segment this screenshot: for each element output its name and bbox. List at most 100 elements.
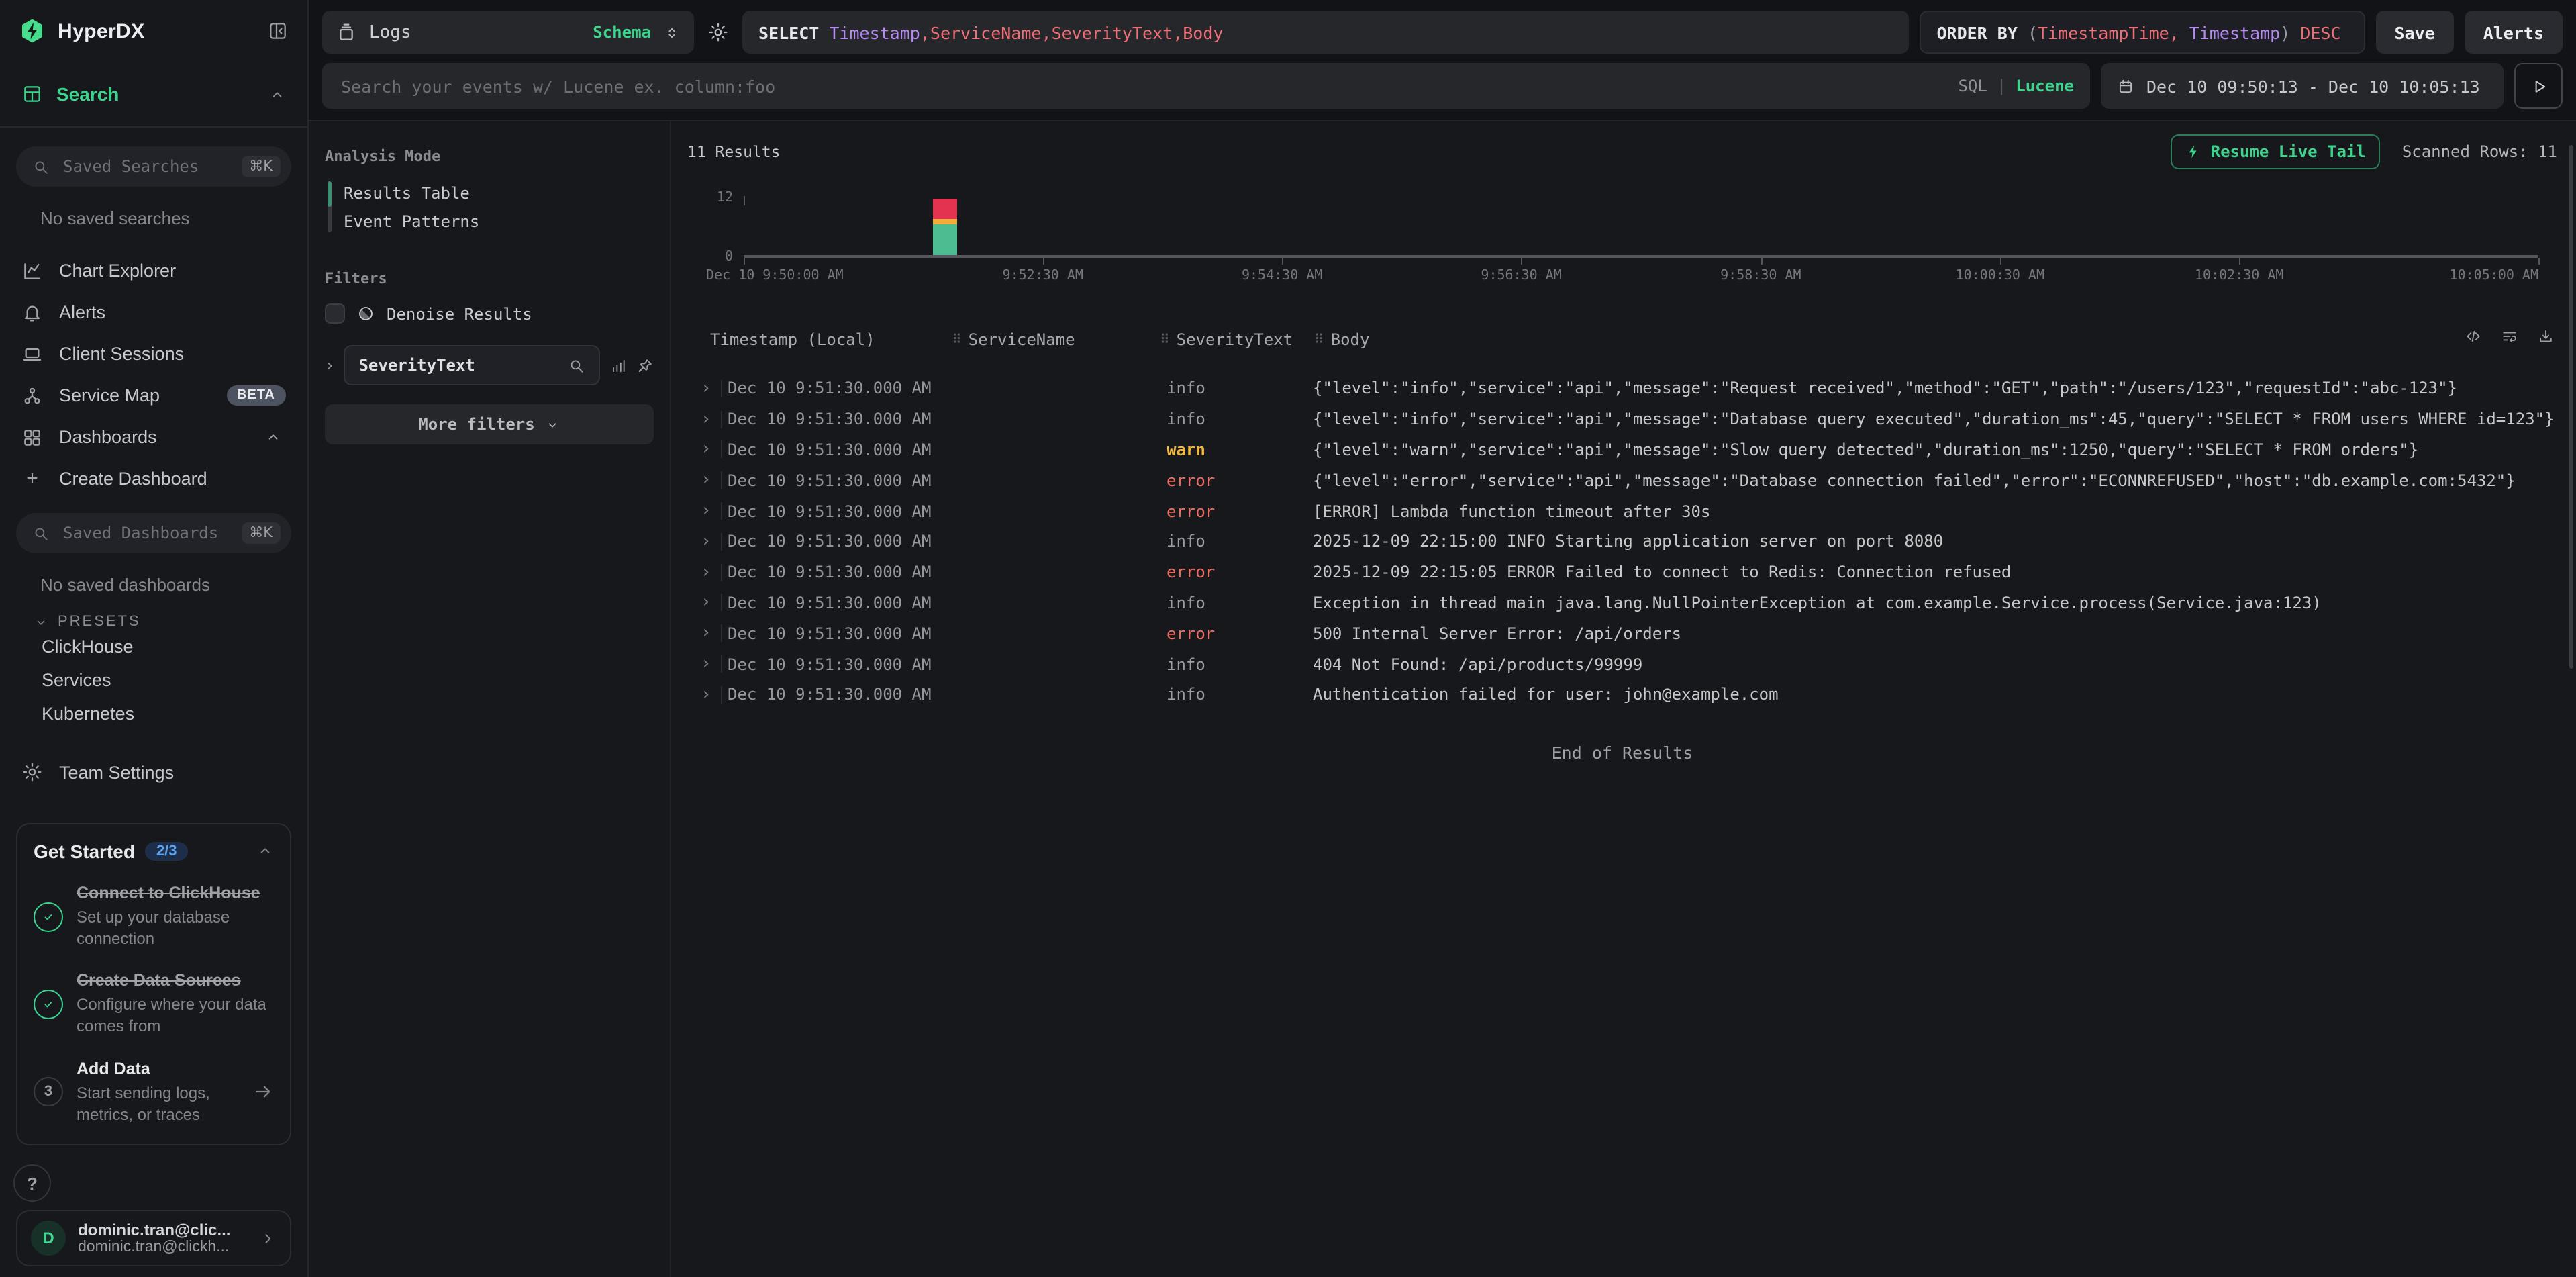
column-header-severitytext[interactable]: ⠿SeverityText: [1160, 330, 1314, 349]
run-query-button[interactable]: [2514, 63, 2563, 109]
drag-handle-icon[interactable]: ⠿: [1314, 332, 1323, 347]
search-input[interactable]: [338, 75, 1947, 97]
denoise-results-toggle[interactable]: Denoise Results: [325, 303, 654, 324]
sidebar-item-alerts[interactable]: Alerts: [0, 291, 307, 333]
scrollbar-thumb[interactable]: [2569, 145, 2573, 669]
table-row[interactable]: ›Dec 10 9:51:30.000 AMwarn{"level":"warn…: [687, 434, 2557, 465]
table-row[interactable]: ›Dec 10 9:51:30.000 AMerror{"level":"err…: [687, 465, 2557, 496]
drag-handle-icon[interactable]: ⠿: [1160, 332, 1169, 347]
saved-dashboards-input[interactable]: [60, 522, 230, 544]
table-row[interactable]: ›Dec 10 9:51:30.000 AMinfoException in t…: [687, 587, 2557, 618]
x-axis-label: 9:56:30 AM: [1481, 269, 1561, 283]
wrap-lines-icon[interactable]: [2501, 328, 2518, 345]
column-header-timestamp[interactable]: Timestamp (Local): [710, 330, 952, 349]
cell-body: {"level":"info","service":"api","message…: [1313, 410, 2557, 428]
get-started-step-add-data[interactable]: 3 Add Data Start sending logs, metrics, …: [34, 1059, 274, 1125]
mode-event-patterns[interactable]: Event Patterns: [344, 207, 654, 235]
sidebar-item-service-map[interactable]: Service Map BETA: [0, 375, 307, 416]
schema-link[interactable]: Schema: [593, 23, 651, 42]
column-header-servicename[interactable]: ⠿ServiceName: [952, 330, 1160, 349]
collapse-sidebar-icon[interactable]: [267, 20, 289, 42]
severity-filter-pill[interactable]: SeverityText: [344, 345, 600, 385]
table-row[interactable]: ›Dec 10 9:51:30.000 AMerror2025-12-09 22…: [687, 557, 2557, 588]
table-row[interactable]: ›Dec 10 9:51:30.000 AMinfoAuthentication…: [687, 679, 2557, 710]
event-search-box[interactable]: SQL | Lucene: [322, 63, 2090, 109]
row-expand-icon[interactable]: ›: [701, 410, 717, 428]
y-axis-label: 0: [687, 250, 733, 265]
resume-live-tail-button[interactable]: Resume Live Tail: [2171, 134, 2381, 169]
sidebar-item-search[interactable]: Search: [0, 70, 307, 118]
create-dashboard-button[interactable]: + Create Dashboard: [0, 458, 307, 500]
user-menu[interactable]: D dominic.tran@clic... dominic.tran@clic…: [16, 1210, 291, 1266]
cell-timestamp: Dec 10 9:51:30.000 AM: [728, 532, 950, 551]
dashboards-grid-icon: [21, 426, 43, 448]
x-axis-tick: [2000, 258, 2001, 265]
cell-severity: warn: [1158, 440, 1313, 459]
presets-section-toggle[interactable]: PRESETS: [34, 614, 307, 630]
row-expand-icon[interactable]: ›: [701, 686, 717, 704]
cell-timestamp: Dec 10 9:51:30.000 AM: [728, 440, 950, 459]
get-started-step-sources[interactable]: Create Data Sources Configure where your…: [34, 972, 274, 1038]
saved-searches-search[interactable]: ⌘K: [16, 146, 291, 187]
sql-mode-toggle[interactable]: SQL: [1958, 77, 1987, 95]
preset-kubernetes[interactable]: Kubernetes: [0, 697, 307, 730]
row-expand-icon[interactable]: ›: [701, 563, 717, 581]
saved-dashboards-search[interactable]: ⌘K: [16, 513, 291, 553]
facet-chart-icon[interactable]: [609, 357, 627, 374]
histogram-bar[interactable]: [932, 199, 956, 255]
expand-filter-icon[interactable]: ›: [325, 356, 334, 375]
preset-services[interactable]: Services: [0, 663, 307, 697]
sidebar-item-team-settings[interactable]: Team Settings: [0, 749, 307, 795]
chevron-up-icon[interactable]: [268, 85, 286, 103]
table-row[interactable]: ›Dec 10 9:51:30.000 AMerror[ERROR] Lambd…: [687, 495, 2557, 526]
source-select[interactable]: Logs Schema: [322, 11, 694, 54]
order-by-input[interactable]: ORDER BY (TimestampTime, Timestamp) DESC: [1919, 11, 2365, 54]
sidebar-item-client-sessions[interactable]: Client Sessions: [0, 333, 307, 375]
saved-searches-input[interactable]: [60, 156, 230, 177]
row-expand-icon[interactable]: ›: [701, 625, 717, 643]
get-started-step-connect[interactable]: Connect to ClickHouse Set up your databa…: [34, 884, 274, 950]
table-row[interactable]: ›Dec 10 9:51:30.000 AMinfo{"level":"info…: [687, 404, 2557, 435]
denoise-checkbox[interactable]: [325, 303, 345, 324]
mode-results-table[interactable]: Results Table: [344, 179, 654, 207]
date-range-picker[interactable]: Dec 10 09:50:13 - Dec 10 10:05:13: [2101, 63, 2504, 109]
download-icon[interactable]: [2537, 328, 2555, 345]
lucene-mode-toggle[interactable]: Lucene: [2016, 77, 2074, 95]
column-header-body[interactable]: ⠿Body: [1314, 330, 2557, 349]
alerts-button[interactable]: Alerts: [2465, 11, 2563, 54]
chevron-up-icon[interactable]: [264, 428, 286, 446]
help-button[interactable]: ?: [13, 1164, 51, 1202]
table-row[interactable]: ›Dec 10 9:51:30.000 AMinfo{"level":"info…: [687, 373, 2557, 404]
search-nav-icon: [21, 83, 43, 105]
table-row[interactable]: ›Dec 10 9:51:30.000 AMinfo404 Not Found:…: [687, 649, 2557, 679]
row-expand-icon[interactable]: ›: [701, 441, 717, 459]
drag-handle-icon[interactable]: ⠿: [952, 332, 960, 347]
row-expand-icon[interactable]: ›: [701, 502, 717, 520]
preset-clickhouse[interactable]: ClickHouse: [0, 630, 307, 663]
no-saved-searches-text: No saved searches: [40, 208, 307, 228]
cell-body: {"level":"error","service":"api","messag…: [1313, 471, 2557, 490]
cell-severity: info: [1158, 410, 1313, 428]
row-expand-icon[interactable]: ›: [701, 594, 717, 612]
cell-body: Exception in thread main java.lang.NullP…: [1313, 594, 2557, 612]
topbar: Logs Schema SELECT Timestamp,ServiceName…: [309, 0, 2576, 121]
progress-badge: 2/3: [146, 842, 188, 861]
row-expand-icon[interactable]: ›: [701, 655, 717, 673]
save-button[interactable]: Save: [2375, 11, 2453, 54]
table-row[interactable]: ›Dec 10 9:51:30.000 AMinfo2025-12-09 22:…: [687, 526, 2557, 557]
row-expand-icon[interactable]: ›: [701, 533, 717, 551]
more-filters-button[interactable]: More filters: [325, 404, 654, 444]
cell-body: [ERROR] Lambda function timeout after 30…: [1313, 502, 2557, 520]
sidebar-item-chart-explorer[interactable]: Chart Explorer: [0, 250, 307, 291]
pin-icon[interactable]: [636, 357, 654, 374]
select-columns-input[interactable]: SELECT Timestamp,ServiceName,SeverityTex…: [742, 11, 1908, 54]
search-icon[interactable]: [568, 357, 585, 374]
table-row[interactable]: ›Dec 10 9:51:30.000 AMerror500 Internal …: [687, 618, 2557, 649]
row-expand-icon[interactable]: ›: [701, 472, 717, 489]
chevron-up-icon[interactable]: [256, 843, 274, 860]
sidebar-item-dashboards[interactable]: Dashboards: [0, 416, 307, 458]
source-settings-gear-icon[interactable]: [705, 21, 732, 43]
view-source-icon[interactable]: [2465, 328, 2482, 345]
row-expand-icon[interactable]: ›: [701, 380, 717, 397]
cell-timestamp: Dec 10 9:51:30.000 AM: [728, 379, 950, 398]
